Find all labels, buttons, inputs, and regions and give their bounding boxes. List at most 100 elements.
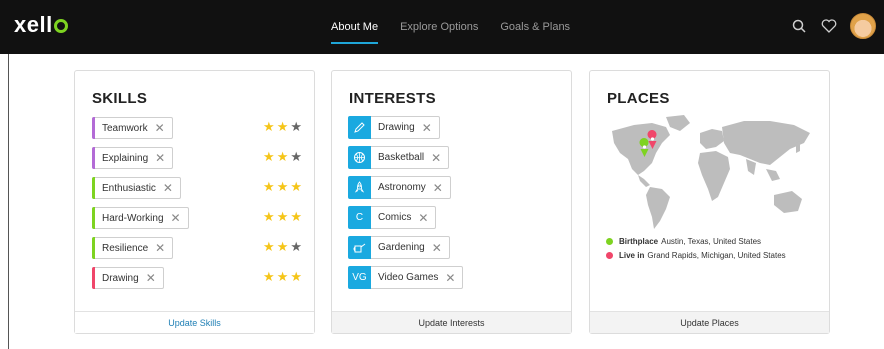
skill-chip[interactable]: Hard-Working ✕ <box>92 207 189 229</box>
birthplace-dot-icon <box>606 238 613 245</box>
update-interests-button[interactable]: Update Interests <box>332 311 571 333</box>
star-icon: ★ <box>290 149 302 164</box>
skill-chip[interactable]: Drawing ✕ <box>92 267 164 289</box>
interest-letter-icon: C <box>348 206 371 229</box>
star-icon: ★ <box>263 179 275 194</box>
interest-label: Gardening <box>378 242 425 253</box>
interest-letter-icon: VG <box>348 266 371 289</box>
star-icon: ★ <box>276 239 289 254</box>
skills-title: SKILLS <box>92 90 148 107</box>
main-nav: About Me Explore Options Goals & Plans <box>320 0 581 54</box>
remove-interest-icon[interactable]: ✕ <box>418 212 428 224</box>
skills-card: SKILLS Teamwork ✕ ★ ★ ★ Explaining ✕ ★ ★ ★ Enthusi… <box>74 70 315 334</box>
star-icon: ★ <box>263 149 275 164</box>
remove-interest-icon[interactable]: ✕ <box>432 242 442 254</box>
skill-row: Enthusiastic ✕ ★ ★ ★ <box>92 177 302 199</box>
remove-skill-icon[interactable]: ✕ <box>155 242 165 254</box>
watering-can-icon <box>348 236 371 259</box>
nav-goals-plans[interactable]: Goals & Plans <box>489 0 581 54</box>
update-skills-button[interactable]: Update Skills <box>75 311 314 333</box>
live-in-value: Grand Rapids, Michigan, United States <box>647 251 786 260</box>
search-icon[interactable] <box>788 15 810 37</box>
skill-chip[interactable]: Enthusiastic ✕ <box>92 177 181 199</box>
skill-chip[interactable]: Teamwork ✕ <box>92 117 173 139</box>
star-icon: ★ <box>263 269 275 284</box>
star-icon: ★ <box>263 119 275 134</box>
skill-label: Enthusiastic <box>102 182 156 194</box>
skill-chip[interactable]: Resilience ✕ <box>92 237 174 259</box>
star-icon: ★ <box>290 239 302 254</box>
star-icon: ★ <box>276 269 289 284</box>
heart-icon[interactable] <box>818 15 840 37</box>
star-icon: ★ <box>290 179 302 194</box>
star-icon: ★ <box>263 239 275 254</box>
interest-chip[interactable]: Astronomy ✕ <box>371 176 451 199</box>
skill-color-bar <box>92 237 95 259</box>
interest-chip[interactable]: Video Games ✕ <box>371 266 464 289</box>
live-in-dot-icon <box>606 252 613 259</box>
skill-rating: ★ ★ ★ <box>261 180 302 193</box>
skill-row: Teamwork ✕ ★ ★ ★ <box>92 117 302 139</box>
interest-label: Astronomy <box>378 182 426 193</box>
star-icon: ★ <box>276 119 289 134</box>
legend-live-in: Live in Grand Rapids, Michigan, United S… <box>606 251 786 260</box>
star-icon: ★ <box>290 269 302 284</box>
interest-row[interactable]: Drawing ✕ <box>348 116 440 139</box>
skill-rating: ★ ★ ★ <box>261 120 302 133</box>
remove-skill-icon[interactable]: ✕ <box>163 182 173 194</box>
interest-row[interactable]: Astronomy ✕ <box>348 176 451 199</box>
interest-label: Comics <box>378 212 412 223</box>
skill-color-bar <box>92 207 95 229</box>
interests-title: INTERESTS <box>349 90 436 107</box>
star-icon: ★ <box>276 209 289 224</box>
interest-label: Video Games <box>378 272 439 283</box>
basketball-icon <box>348 146 371 169</box>
skill-row: Drawing ✕ ★ ★ ★ <box>92 267 302 289</box>
skill-rating: ★ ★ ★ <box>261 150 302 163</box>
skill-label: Hard-Working <box>102 212 164 224</box>
remove-interest-icon[interactable]: ✕ <box>433 182 443 194</box>
star-icon: ★ <box>263 209 275 224</box>
skill-row: Resilience ✕ ★ ★ ★ <box>92 237 302 259</box>
star-icon: ★ <box>290 209 302 224</box>
places-title: PLACES <box>607 90 670 107</box>
top-navigation: xell About Me Explore Options Goals & Pl… <box>0 0 884 54</box>
interest-chip[interactable]: Gardening ✕ <box>371 236 450 259</box>
remove-skill-icon[interactable]: ✕ <box>155 152 165 164</box>
places-card: PLACES Birthplace Austin, Texas, United … <box>589 70 830 334</box>
xello-logo[interactable]: xell <box>14 12 68 38</box>
world-map[interactable] <box>604 113 816 235</box>
nav-explore-options[interactable]: Explore Options <box>389 0 489 54</box>
skill-label: Explaining <box>102 152 149 164</box>
live-in-label: Live in <box>619 251 645 260</box>
interest-row[interactable]: Basketball ✕ <box>348 146 450 169</box>
skill-rating: ★ ★ ★ <box>261 210 302 223</box>
skill-color-bar <box>92 147 95 169</box>
remove-interest-icon[interactable]: ✕ <box>422 122 432 134</box>
remove-interest-icon[interactable]: ✕ <box>431 152 441 164</box>
skill-color-bar <box>92 177 95 199</box>
interest-row[interactable]: VG Video Games ✕ <box>348 266 464 289</box>
nav-about-me[interactable]: About Me <box>320 0 389 54</box>
skill-row: Hard-Working ✕ ★ ★ ★ <box>92 207 302 229</box>
interest-row[interactable]: Gardening ✕ <box>348 236 450 259</box>
interest-row[interactable]: C Comics ✕ <box>348 206 437 229</box>
birthplace-value: Austin, Texas, United States <box>661 237 762 246</box>
interest-label: Basketball <box>378 152 425 163</box>
pencil-icon <box>348 116 371 139</box>
interest-label: Drawing <box>378 122 415 133</box>
avatar[interactable] <box>850 13 876 39</box>
star-icon: ★ <box>276 179 289 194</box>
interest-chip[interactable]: Comics ✕ <box>371 206 437 229</box>
skill-rating: ★ ★ ★ <box>261 240 302 253</box>
interest-chip[interactable]: Basketball ✕ <box>371 146 450 169</box>
update-places-button[interactable]: Update Places <box>590 311 829 333</box>
remove-skill-icon[interactable]: ✕ <box>155 122 165 134</box>
skill-row: Explaining ✕ ★ ★ ★ <box>92 147 302 169</box>
interest-chip[interactable]: Drawing ✕ <box>371 116 440 139</box>
remove-skill-icon[interactable]: ✕ <box>146 272 156 284</box>
skill-chip[interactable]: Explaining ✕ <box>92 147 174 169</box>
remove-interest-icon[interactable]: ✕ <box>445 272 455 284</box>
remove-skill-icon[interactable]: ✕ <box>171 212 181 224</box>
skill-label: Teamwork <box>102 122 148 134</box>
